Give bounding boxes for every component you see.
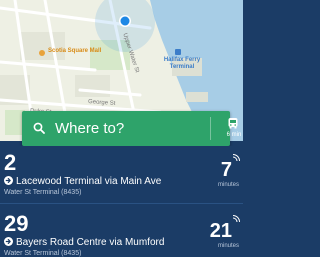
route-item-29[interactable]: 29 Bayers Road Centre via Mumford Water …: [0, 204, 243, 257]
route-destination-text: Lacewood Terminal via Main Ave: [16, 176, 162, 187]
search-icon: [33, 122, 45, 134]
mall-icon: [39, 50, 45, 56]
arrow-right-circle-icon: [4, 237, 13, 246]
route-stop: Water St Terminal (8435): [4, 189, 82, 196]
realtime-signal-icon: [232, 154, 240, 162]
route-number: 29: [4, 211, 29, 236]
route-destination: Bayers Road Centre via Mumford: [4, 237, 164, 249]
route-destination: Lacewood Terminal via Main Ave: [4, 176, 161, 188]
eta-unit: minutes: [217, 182, 239, 188]
route-item-2[interactable]: 2 Lacewood Terminal via Main Ave Water S…: [0, 146, 243, 200]
nearest-bus-time: 6 min: [226, 132, 242, 138]
search-bar[interactable]: Where to? 6 min: [22, 111, 241, 146]
poi-scotia-square[interactable]: Scotia Square Mall: [48, 48, 101, 55]
user-location-dot: [120, 16, 130, 26]
search-divider: [210, 117, 211, 140]
arrow-right-circle-icon: [4, 176, 13, 185]
eta-unit: minutes: [217, 243, 239, 249]
eta-minutes: 21: [209, 220, 232, 242]
route-destination-text: Bayers Road Centre via Mumford: [16, 237, 165, 248]
eta-minutes: 7: [220, 159, 232, 181]
route-stop: Water St Terminal (8435): [4, 250, 82, 257]
bus-icon: [228, 118, 238, 129]
realtime-signal-icon: [232, 215, 240, 223]
search-input[interactable]: Where to?: [55, 120, 124, 137]
ferry-icon: [175, 49, 181, 55]
route-number: 2: [4, 150, 17, 175]
poi-halifax-ferry[interactable]: Halifax Ferry Terminal: [162, 57, 202, 71]
